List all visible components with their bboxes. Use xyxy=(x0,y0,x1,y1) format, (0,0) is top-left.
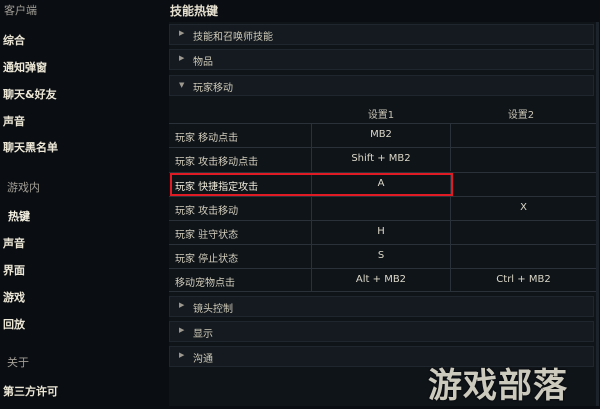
sidebar-item-general[interactable]: 综合 xyxy=(3,32,25,48)
sidebar-item-chat-blocklist[interactable]: 聊天黑名单 xyxy=(3,139,58,155)
keybind-slot-1[interactable]: H xyxy=(311,221,450,244)
sidebar-item-game[interactable]: 游戏 xyxy=(3,289,25,305)
table-row: 玩家 攻击移动 X xyxy=(169,196,596,220)
triangle-right-icon: ▶ xyxy=(179,301,185,309)
scrollbar[interactable] xyxy=(596,22,599,406)
watermark-logo: 游戏部落 xyxy=(428,366,568,406)
sidebar-item-client-sound[interactable]: 声音 xyxy=(3,113,25,129)
triangle-right-icon: ▶ xyxy=(179,326,185,334)
section-items[interactable]: ▶ 物品 xyxy=(169,49,594,70)
keybind-slot-2[interactable] xyxy=(450,245,596,268)
keybind-slot-1[interactable]: Shift + MB2 xyxy=(311,148,450,171)
keybind-slot-2[interactable] xyxy=(450,173,596,196)
keybind-slot-1[interactable] xyxy=(311,197,450,220)
section-label: 技能和召唤师技能 xyxy=(193,32,273,43)
column-header-setting1: 设置1 xyxy=(367,110,395,121)
section-label: 沟通 xyxy=(193,354,213,365)
section-display[interactable]: ▶ 显示 xyxy=(169,321,594,342)
keybind-name: 移动宠物点击 xyxy=(175,278,235,289)
keybind-slot-2[interactable] xyxy=(450,148,596,171)
keybind-name: 玩家 移动点击 xyxy=(175,133,239,144)
sidebar-item-replays[interactable]: 回放 xyxy=(3,316,25,332)
keybind-slot-1[interactable]: MB2 xyxy=(311,124,450,147)
section-player-movement[interactable]: ▼ 玩家移动 xyxy=(169,75,594,96)
triangle-right-icon: ▶ xyxy=(179,29,185,37)
section-camera-control[interactable]: ▶ 镜头控制 xyxy=(169,296,594,317)
keybind-name: 玩家 驻守状态 xyxy=(175,230,239,241)
keybind-slot-2[interactable]: Ctrl + MB2 xyxy=(450,269,596,292)
keybind-slot-2[interactable] xyxy=(450,124,596,147)
keybind-slot-1[interactable]: S xyxy=(311,245,450,268)
section-label: 玩家移动 xyxy=(193,83,233,94)
section-abilities[interactable]: ▶ 技能和召唤师技能 xyxy=(169,24,594,45)
triangle-down-icon: ▼ xyxy=(179,81,185,89)
sidebar-item-hotkeys[interactable]: 热键 xyxy=(8,208,30,224)
table-row: 玩家 停止状态 S xyxy=(169,244,596,268)
sidebar-head-about: 关于 xyxy=(7,356,29,369)
section-label: 镜头控制 xyxy=(193,304,233,315)
keybind-slot-2[interactable] xyxy=(450,221,596,244)
triangle-right-icon: ▶ xyxy=(179,351,185,359)
sidebar-item-ingame-sound[interactable]: 声音 xyxy=(3,235,25,251)
triangle-right-icon: ▶ xyxy=(179,54,185,62)
keybind-slot-2[interactable]: X xyxy=(450,197,596,220)
section-label: 物品 xyxy=(193,57,213,68)
sidebar-head-ingame: 游戏内 xyxy=(7,181,40,194)
keybind-table: 设置1 设置2 玩家 移动点击 MB2 玩家 攻击移动点击 Shift + MB… xyxy=(169,98,599,294)
sidebar-head-client: 客户端 xyxy=(4,4,37,17)
keybind-slot-1[interactable]: Alt + MB2 xyxy=(311,269,450,292)
settings-sidebar: 客户端 综合 通知弹窗 聊天&好友 声音 聊天黑名单 游戏内 热键 声音 界面 … xyxy=(0,0,160,409)
table-row: 玩家 移动点击 MB2 xyxy=(169,123,596,147)
highlight-box xyxy=(170,173,453,196)
keybind-name: 玩家 攻击移动点击 xyxy=(175,157,259,168)
table-row: 移动宠物点击 Alt + MB2 Ctrl + MB2 xyxy=(169,268,596,292)
sidebar-item-interface[interactable]: 界面 xyxy=(3,262,25,278)
table-row: 玩家 驻守状态 H xyxy=(169,220,596,244)
table-row: 玩家 攻击移动点击 Shift + MB2 xyxy=(169,147,596,171)
keybind-name: 玩家 停止状态 xyxy=(175,254,239,265)
keybind-name: 玩家 攻击移动 xyxy=(175,206,239,217)
sidebar-item-third-party-licenses[interactable]: 第三方许可 xyxy=(3,383,58,399)
section-label: 显示 xyxy=(193,329,213,340)
sidebar-item-notifications[interactable]: 通知弹窗 xyxy=(3,59,47,75)
page-title: 技能热键 xyxy=(170,4,219,18)
sidebar-item-chat-friends[interactable]: 聊天&好友 xyxy=(3,86,57,102)
column-header-setting2: 设置2 xyxy=(507,110,535,121)
